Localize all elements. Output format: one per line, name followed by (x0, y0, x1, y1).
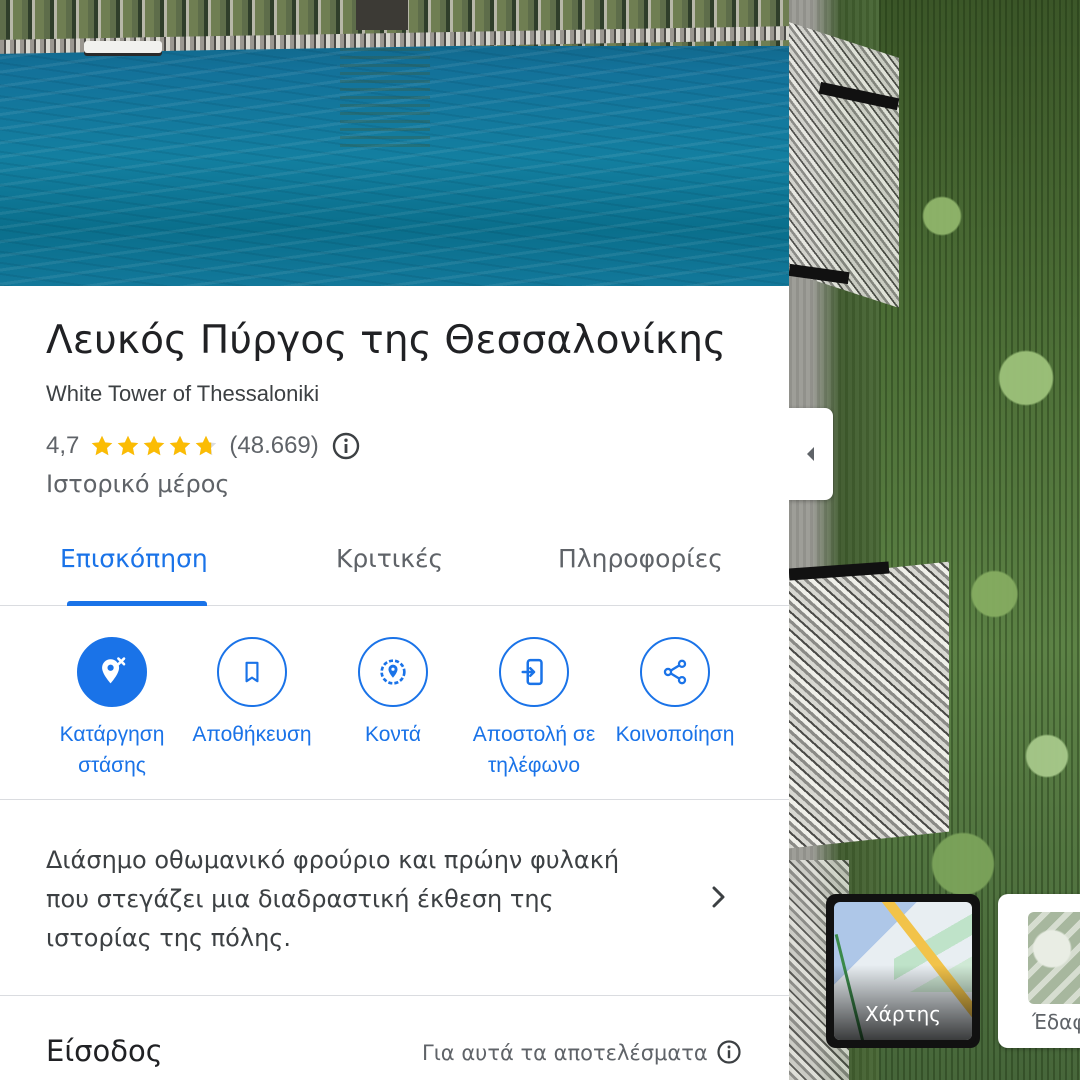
save-button[interactable]: Αποθήκευση (172, 637, 332, 750)
entry-results-note: Για αυτά τα αποτελέσματα (422, 1041, 708, 1065)
remove-stop-label: Κατάργηση στάσης (59, 723, 165, 777)
tab-reviews[interactable]: Κριτικές (336, 544, 443, 573)
star-icon (167, 433, 193, 459)
place-category[interactable]: Ιστορικό μέρος (46, 470, 229, 498)
terrain-layer-label: Έδαφ (1032, 1010, 1080, 1034)
map-layer-label: Χάρτης (864, 1002, 942, 1026)
review-count[interactable]: (48.669) (229, 432, 318, 460)
place-hero-photo[interactable] (0, 0, 789, 286)
info-icon[interactable] (716, 1039, 742, 1065)
send-to-phone-button[interactable]: Αποστολή σε τηλέφωνο (454, 637, 614, 781)
share-label: Κοινοποίηση (615, 723, 735, 746)
nearby-button[interactable]: Κοντά (313, 637, 473, 750)
rating-row: 4,7 (48.669) (46, 428, 361, 464)
place-panel: Λευκός Πύργος της Θεσσαλονίκης White Tow… (0, 0, 789, 1080)
save-label: Αποθήκευση (192, 723, 312, 746)
share-icon (640, 637, 710, 707)
description-text: Διάσημο οθωμανικό φρούριο και πρώην φυλα… (46, 846, 620, 952)
star-icon (193, 433, 219, 459)
map-stone-wall (789, 561, 949, 849)
action-buttons: Κατάργηση στάσης Αποθήκευση Κοντά Αποστο… (0, 606, 789, 800)
place-description[interactable]: Διάσημο οθωμανικό φρούριο και πρώην φυλα… (0, 800, 789, 996)
terrain-layer-thumbnail (1028, 912, 1080, 1004)
map-layer-toggle[interactable]: Χάρτης (826, 894, 980, 1048)
star-icon (141, 433, 167, 459)
remove-stop-icon (77, 637, 147, 707)
tab-bar: Επισκόπηση Κριτικές Πληροφορίες (0, 530, 789, 606)
collapse-panel-button[interactable] (789, 408, 833, 500)
tab-about[interactable]: Πληροφορίες (558, 544, 723, 573)
rating-stars[interactable] (89, 433, 219, 459)
entry-heading: Είσοδος (46, 1034, 163, 1068)
caret-left-icon (807, 447, 814, 461)
map-stone-wall (789, 22, 899, 308)
nearby-label: Κοντά (364, 723, 422, 746)
send-to-phone-icon (499, 637, 569, 707)
place-subtitle: White Tower of Thessaloniki (46, 381, 320, 406)
bookmark-icon (217, 637, 287, 707)
place-title: Λευκός Πύργος της Θεσσαλονίκης (46, 318, 727, 363)
share-button[interactable]: Κοινοποίηση (595, 637, 755, 750)
chevron-right-icon (712, 886, 725, 908)
terrain-layer-toggle[interactable]: Έδαφ (998, 894, 1080, 1048)
tab-overview[interactable]: Επισκόπηση (60, 544, 208, 573)
rating-score: 4,7 (46, 432, 80, 459)
star-icon (115, 433, 141, 459)
send-to-phone-label: Αποστολή σε τηλέφωνο (472, 723, 596, 777)
remove-stop-button[interactable]: Κατάργηση στάσης (32, 637, 192, 781)
info-icon[interactable] (331, 431, 361, 461)
star-icon (89, 433, 115, 459)
nearby-icon (358, 637, 428, 707)
